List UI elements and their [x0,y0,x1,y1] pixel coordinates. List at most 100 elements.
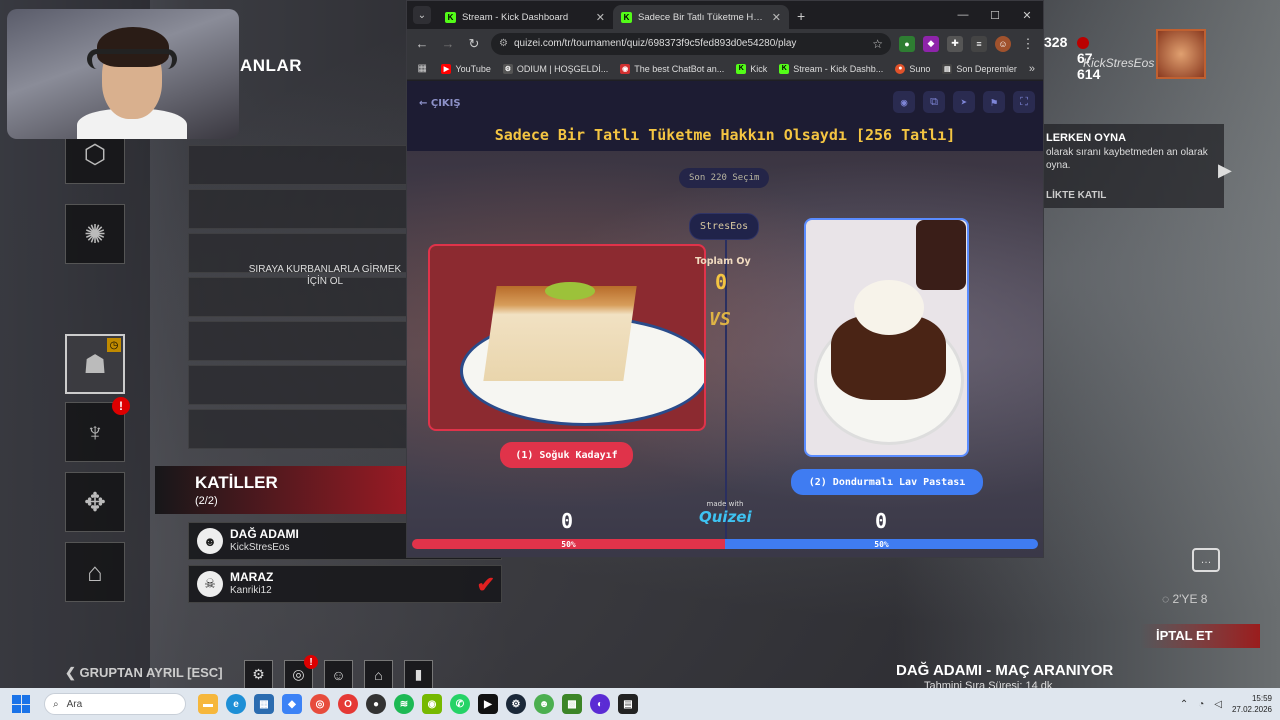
chat-icon[interactable]: … [1192,548,1220,572]
leave-group-button[interactable]: ❮ GRUPTAN AYRIL [ESC] [65,665,223,681]
new-tab-icon[interactable]: + [797,8,805,24]
friends-icon[interactable]: ☺ [324,660,353,688]
choose-left-button[interactable]: (1) Soğuk Kadayıf [500,442,633,468]
stats-icon[interactable]: ▮ [404,660,433,688]
fullscreen-icon[interactable]: ⛶ [1013,91,1035,113]
steam-icon[interactable]: ⚙ [506,694,526,714]
minimize-icon[interactable]: — [947,1,979,29]
minecraft-icon[interactable]: ▩ [562,694,582,714]
chrome-icon[interactable]: ◎ [310,694,330,714]
lobby-slot[interactable] [188,189,410,229]
tab-search-icon[interactable]: ⌄ [413,6,431,24]
cancel-button[interactable]: İPTAL ET [1140,624,1260,648]
maximize-icon[interactable]: ☐ [979,1,1011,29]
opera-icon[interactable]: O [338,694,358,714]
bookmark-label: Son Depremler [956,63,1017,74]
whatsapp-icon[interactable]: ✆ [450,694,470,714]
webcam-headset [87,49,177,69]
back-icon[interactable]: ← [413,36,431,51]
tab-kick-dashboard[interactable]: K Stream - Kick Dashboard ✕ [437,5,613,29]
file-explorer-icon[interactable]: ▬ [198,694,218,714]
lobby-slot[interactable] [188,321,410,361]
option-image-left[interactable] [428,244,706,431]
option-image-right[interactable] [804,218,969,457]
bookmarks-bar: ▦ ▶ YouTube ⚙ ODIUM | HOŞGELDİ... ◉ The bes… [407,58,1043,80]
player-avatar[interactable] [1156,29,1206,79]
app-icon[interactable]: ◆ [282,694,302,714]
extension-icon[interactable]: ● [899,35,915,52]
exit-button[interactable]: ← ÇIKIŞ [419,98,461,109]
info-title: LERKEN OYNA [1046,132,1127,144]
puzzle-icon[interactable]: ✚ [947,35,963,52]
slot-chest-icon[interactable]: ⌂ [65,542,125,602]
settings-icon[interactable]: ⚙ [244,660,273,688]
taskbar-search[interactable]: ⌕ Ara [44,693,186,715]
share-icon[interactable]: ⧉ [923,91,945,113]
pistachio-topping [545,282,595,300]
browser-window: ⌄ K Stream - Kick Dashboard ✕ K Sadece B… [406,0,1044,558]
clock[interactable]: 15:59 27.02.2026 [1232,693,1272,715]
slot-killer-portrait[interactable]: ☗ ◷ [65,334,125,394]
killers-count: (2/2) [195,495,218,507]
currency-partial: 328 [1044,34,1068,50]
archive-icon[interactable]: ◎! [284,655,318,688]
slot-network-icon[interactable]: ✺ [65,204,125,264]
bookmark-youtube[interactable]: ▶ YouTube [441,63,491,74]
send-icon[interactable]: ➤ [953,91,975,113]
media-icon[interactable]: ≡ [971,35,987,52]
site-info-icon[interactable]: ⚙ [499,38,508,49]
edge-icon[interactable]: e [226,694,246,714]
menu-icon[interactable]: ⋮ [1019,36,1037,52]
spotify-icon[interactable]: ≋ [394,694,414,714]
network-icon[interactable]: ◔ [1198,699,1204,710]
flag-icon[interactable]: ⚑ [983,91,1005,113]
close-icon[interactable]: ✕ [772,11,781,24]
url-field[interactable]: ⚙ quizei.com/tr/tournament/quiz/698373f9… [491,32,891,55]
bookmark-kick-dashboard[interactable]: K Stream - Kick Dashb... [779,63,883,74]
info-link[interactable]: LİKTE KATIL [1046,190,1224,201]
tab-quiz[interactable]: K Sadece Bir Tatlı Tüketme Hakkın ✕ [613,5,789,29]
volume-icon[interactable]: ◁ [1214,699,1222,710]
bookmark-earthquakes[interactable]: ▤ Son Depremler [942,63,1017,74]
next-arrow-icon[interactable]: ▶ [1218,160,1232,181]
tab-label: Stream - Kick Dashboard [462,11,569,23]
obs-icon[interactable]: ◐ [590,694,610,714]
quiz-title: Sadece Bir Tatlı Tüketme Hakkın Olsaydı … [494,126,956,144]
choose-right-button[interactable]: (2) Dondurmalı Lav Pastası [791,469,983,495]
bookmark-label: YouTube [455,63,491,74]
store-icon[interactable]: ⌂ [364,660,393,688]
lobby-slot[interactable] [188,365,410,405]
reload-icon[interactable]: ↻ [465,36,483,52]
nvidia-icon[interactable]: ◉ [422,694,442,714]
more-bookmarks-icon[interactable]: » [1029,63,1035,75]
bookmark-star-icon[interactable]: ☆ [872,37,883,51]
windows-start-icon[interactable] [12,695,30,713]
bookmark-kick[interactable]: K Kick [736,63,767,74]
bookmark-suno[interactable]: ● Suno [895,63,931,74]
extension-icon[interactable]: ◆ [923,35,939,52]
lobby-slot[interactable] [188,409,410,449]
bookmark-odium[interactable]: ⚙ ODIUM | HOŞGELDİ... [502,63,608,74]
store-icon[interactable]: ▦ [254,694,274,714]
bookmark-label: Suno [909,63,931,74]
profile-icon[interactable]: ☺ [995,35,1011,52]
lobby-slot[interactable] [188,145,410,185]
forward-icon[interactable]: → [439,36,457,51]
app-icon[interactable]: ▶ [478,694,498,714]
slot-candle-icon[interactable]: ♆! [65,397,130,462]
killer-row[interactable]: ☠ MARAZ Kanriki12 ✔ [188,565,502,603]
app-icon[interactable]: ☻ [534,694,554,714]
eye-icon[interactable]: ◉ [893,91,915,113]
quizei-logo[interactable]: Quizei [699,508,752,526]
close-window-icon[interactable]: ✕ [1011,1,1043,29]
queue-time: Tahmini Sıra Süresi: 14 dk [924,680,1053,688]
close-icon[interactable]: ✕ [596,11,605,24]
app-icon[interactable]: ▤ [618,694,638,714]
slot-diamond-icon[interactable]: ✥ [65,472,125,532]
tray-overflow-icon[interactable]: ⌃ [1180,699,1188,710]
party-count: ◌ 2'YE 8 [1162,592,1208,606]
app-icon[interactable]: ● [366,694,386,714]
apps-icon[interactable]: ▦ [415,63,429,74]
selection-pill: Son 220 Seçim [679,168,770,188]
bookmark-chatbot[interactable]: ◉ The best ChatBot an... [620,63,724,74]
